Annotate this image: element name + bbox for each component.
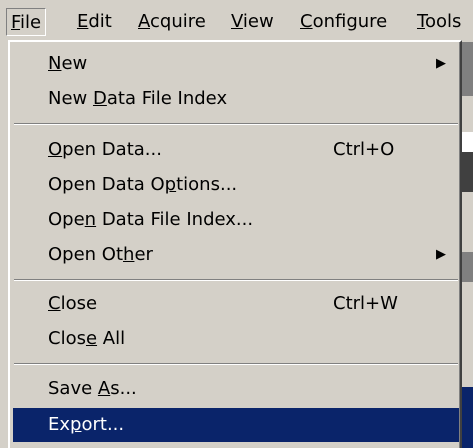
menu-view[interactable]: View [227, 8, 278, 36]
menu-configure[interactable]: Configure [296, 8, 391, 36]
menu-item-new-label: New [48, 53, 88, 74]
menu-item-new[interactable]: New ▶ [13, 47, 459, 81]
menu-item-new-data-file-index[interactable]: New Data File Index [13, 82, 459, 116]
menu-item-close-all-label: Close All [48, 328, 126, 349]
submenu-arrow-icon: ▶ [436, 247, 446, 262]
menu-file[interactable]: File [6, 8, 47, 36]
menu-separator [14, 123, 458, 125]
file-menu-dropdown: New ▶ New Data File Index Open Data... C… [8, 40, 462, 448]
background-panel-mid [462, 252, 473, 282]
menu-item-open-data-label: Open Data... [48, 139, 162, 160]
menu-item-open-data-file-index[interactable]: Open Data File Index... [13, 203, 459, 237]
menu-item-export-label: Export... [48, 414, 125, 435]
menu-item-save-as-label: Save As... [48, 378, 137, 399]
menu-file-label-post: ile [20, 12, 42, 33]
background-panel-light [462, 132, 473, 152]
menu-tools[interactable]: Tools [413, 8, 465, 36]
menu-separator [14, 279, 458, 281]
background-panel-shadow [462, 152, 473, 192]
menu-item-close[interactable]: Close Ctrl+W [13, 287, 459, 321]
menu-file-accel: F [11, 12, 21, 33]
menu-edit-accel: E [77, 11, 89, 32]
menu-item-open-other-label: Open Other [48, 244, 153, 265]
background-window-edge [462, 42, 473, 448]
menu-edit[interactable]: Edit [73, 8, 116, 36]
menu-item-open-data-options-label: Open Data Options... [48, 174, 238, 195]
menu-item-close-all[interactable]: Close All [13, 322, 459, 356]
menu-item-close-shortcut: Ctrl+W [333, 293, 398, 314]
menu-item-save-as[interactable]: Save As... [13, 372, 459, 406]
menu-view-accel: V [231, 11, 243, 32]
menu-acquire-accel: A [138, 11, 150, 32]
menu-tools-accel: T [417, 11, 425, 32]
menu-item-open-data-file-index-label: Open Data File Index... [48, 209, 254, 230]
background-panel-dark [462, 42, 473, 96]
menu-item-new-data-file-index-label: New Data File Index [48, 88, 228, 109]
submenu-arrow-icon: ▶ [436, 56, 446, 71]
menu-bar: File Edit Acquire View Configure Tools [0, 0, 473, 42]
menu-item-open-data-options[interactable]: Open Data Options... [13, 168, 459, 202]
menu-configure-accel: C [300, 11, 313, 32]
menu-item-close-label: Close [48, 293, 98, 314]
menu-configure-label-post: onfigure [312, 11, 388, 32]
menu-item-open-data-shortcut: Ctrl+O [333, 139, 395, 160]
menu-edit-label-post: dit [88, 11, 112, 32]
menu-acquire-label-post: cquire [150, 11, 206, 32]
menu-item-export[interactable]: Export... [13, 408, 459, 442]
menu-item-open-data[interactable]: Open Data... Ctrl+O [13, 133, 459, 167]
menu-separator [14, 363, 458, 365]
menu-tools-label-post: ools [424, 11, 462, 32]
menu-acquire[interactable]: Acquire [134, 8, 210, 36]
menu-view-label-post: iew [242, 11, 274, 32]
background-selection [462, 387, 473, 448]
menu-item-open-other[interactable]: Open Other ▶ [13, 238, 459, 272]
